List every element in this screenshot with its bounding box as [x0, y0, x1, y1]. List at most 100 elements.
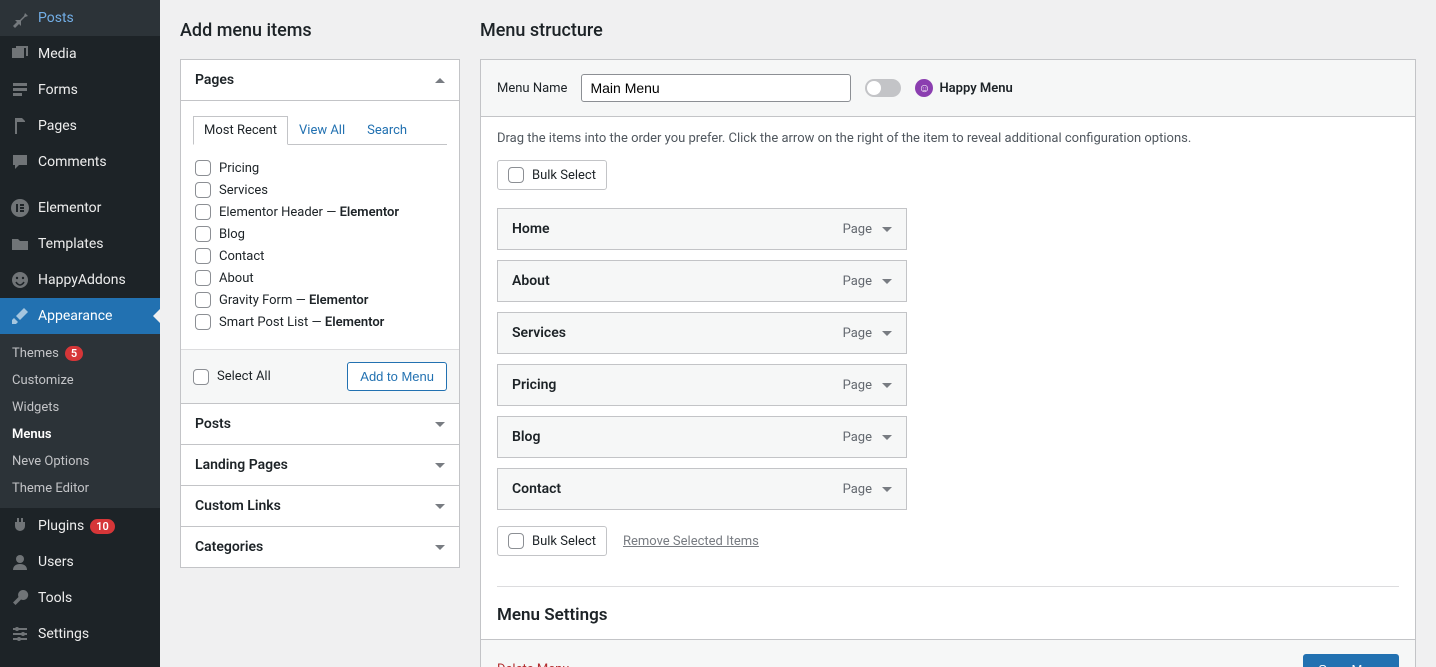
chevron-down-icon[interactable] [882, 227, 892, 232]
chevron-down-icon[interactable] [882, 331, 892, 336]
page-option[interactable]: Gravity Form — Elementor [195, 289, 445, 311]
page-checkbox[interactable] [195, 314, 211, 330]
menu-item-pricing[interactable]: PricingPage [497, 364, 907, 406]
page-option[interactable]: Pricing [195, 157, 445, 179]
happy-menu-label: ☺Happy Menu [915, 79, 1012, 97]
happy-menu-toggle[interactable] [865, 79, 901, 97]
sidebar-item-posts[interactable]: Posts [0, 0, 160, 36]
menu-structure-column: Menu structure Menu Name ☺Happy Menu Dra… [480, 0, 1416, 667]
tab-most-recent[interactable]: Most Recent [193, 116, 288, 145]
sidebar-item-appearance[interactable]: Appearance [0, 298, 160, 334]
pages-footer: Select All Add to Menu [181, 349, 459, 403]
page-option[interactable]: Smart Post List — Elementor [195, 311, 445, 333]
sidebar-item-tools[interactable]: Tools [0, 580, 160, 616]
save-menu-button[interactable]: Save Menu [1303, 654, 1399, 667]
bulk-select-top[interactable]: Bulk Select [497, 160, 607, 190]
sidebar-item-media[interactable]: Media [0, 36, 160, 72]
page-option[interactable]: Services [195, 179, 445, 201]
sidebar-item-plugins[interactable]: Plugins10 [0, 508, 160, 544]
add-to-menu-button[interactable]: Add to Menu [347, 362, 447, 391]
menu-item-blog[interactable]: BlogPage [497, 416, 907, 458]
sidebar-label: Pages [38, 118, 77, 134]
happy-icon: ☺ [915, 79, 933, 97]
bulk-select-checkbox[interactable] [508, 533, 524, 549]
chevron-up-icon [435, 78, 445, 83]
sidebar-label: Appearance [38, 308, 112, 324]
sidebar-label: Tools [38, 590, 72, 606]
user-icon [10, 552, 30, 572]
chevron-down-icon[interactable] [882, 435, 892, 440]
brush-icon [10, 306, 30, 326]
page-checkbox[interactable] [195, 182, 211, 198]
delete-menu-link[interactable]: Delete Menu [497, 662, 569, 667]
chevron-down-icon [435, 545, 445, 550]
sidebar-item-settings[interactable]: Settings [0, 616, 160, 652]
pages-checklist: Pricing Services Elementor Header — Elem… [193, 155, 447, 341]
after-items-row: Bulk Select Remove Selected Items [497, 526, 1399, 556]
panel-pages-header[interactable]: Pages [181, 60, 459, 100]
appearance-submenu: Themes5 Customize Widgets Menus Neve Opt… [0, 334, 160, 508]
page-checkbox[interactable] [195, 204, 211, 220]
chevron-down-icon [435, 463, 445, 468]
chevron-down-icon[interactable] [882, 279, 892, 284]
add-menu-items-column: Add menu items Pages Most Recent View Al… [180, 0, 460, 667]
sidebar-item-templates[interactable]: Templates [0, 226, 160, 262]
panel-custom-header[interactable]: Custom Links [181, 486, 459, 526]
page-checkbox[interactable] [195, 270, 211, 286]
submenu-neve-options[interactable]: Neve Options [0, 448, 160, 475]
sliders-icon [10, 624, 30, 644]
submenu-menus[interactable]: Menus [0, 421, 160, 448]
menu-item-home[interactable]: HomePage [497, 208, 907, 250]
panel-categories-header[interactable]: Categories [181, 527, 459, 567]
add-menu-items-title: Add menu items [180, 0, 460, 59]
panel-posts-header[interactable]: Posts [181, 404, 459, 444]
sidebar-item-comments[interactable]: Comments [0, 144, 160, 180]
page-option[interactable]: Blog [195, 223, 445, 245]
submenu-customize[interactable]: Customize [0, 367, 160, 394]
sidebar-item-elementor[interactable]: Elementor [0, 190, 160, 226]
select-all-checkbox[interactable] [193, 369, 209, 385]
menu-header: Menu Name ☺Happy Menu [481, 60, 1415, 117]
elementor-icon [10, 198, 30, 218]
chevron-down-icon[interactable] [882, 487, 892, 492]
menu-name-input[interactable] [581, 74, 851, 102]
page-option[interactable]: Elementor Header — Elementor [195, 201, 445, 223]
menu-item-about[interactable]: AboutPage [497, 260, 907, 302]
sidebar-item-users[interactable]: Users [0, 544, 160, 580]
page-checkbox[interactable] [195, 292, 211, 308]
select-all-row[interactable]: Select All [193, 369, 271, 385]
page-option[interactable]: About [195, 267, 445, 289]
sidebar-label: Users [38, 554, 74, 570]
menu-item-contact[interactable]: ContactPage [497, 468, 907, 510]
menu-hint-text: Drag the items into the order you prefer… [497, 131, 1399, 146]
chevron-down-icon[interactable] [882, 383, 892, 388]
sidebar-label: Media [38, 46, 77, 62]
menu-name-label: Menu Name [497, 81, 567, 96]
sidebar-item-happyaddons[interactable]: HappyAddons [0, 262, 160, 298]
chevron-down-icon [435, 422, 445, 427]
comment-icon [10, 152, 30, 172]
page-option[interactable]: Contact [195, 245, 445, 267]
remove-selected-link[interactable]: Remove Selected Items [623, 534, 759, 549]
bulk-select-checkbox[interactable] [508, 167, 524, 183]
pages-tabs: Most Recent View All Search [193, 115, 447, 145]
panel-pages-body: Most Recent View All Search Pricing Serv… [181, 100, 459, 403]
page-checkbox[interactable] [195, 248, 211, 264]
plugins-count-badge: 10 [90, 519, 115, 534]
wrench-icon [10, 588, 30, 608]
sidebar-item-pages[interactable]: Pages [0, 108, 160, 144]
folder-icon [10, 234, 30, 254]
sidebar-item-forms[interactable]: Forms [0, 72, 160, 108]
tab-view-all[interactable]: View All [288, 116, 356, 145]
panel-landing-header[interactable]: Landing Pages [181, 445, 459, 485]
panel-pages-label: Pages [195, 72, 234, 88]
bulk-select-bottom[interactable]: Bulk Select [497, 526, 607, 556]
page-checkbox[interactable] [195, 160, 211, 176]
tab-search[interactable]: Search [356, 116, 418, 145]
submenu-theme-editor[interactable]: Theme Editor [0, 475, 160, 502]
submenu-themes[interactable]: Themes5 [0, 340, 160, 367]
page-checkbox[interactable] [195, 226, 211, 242]
forms-icon [10, 80, 30, 100]
submenu-widgets[interactable]: Widgets [0, 394, 160, 421]
menu-item-services[interactable]: ServicesPage [497, 312, 907, 354]
